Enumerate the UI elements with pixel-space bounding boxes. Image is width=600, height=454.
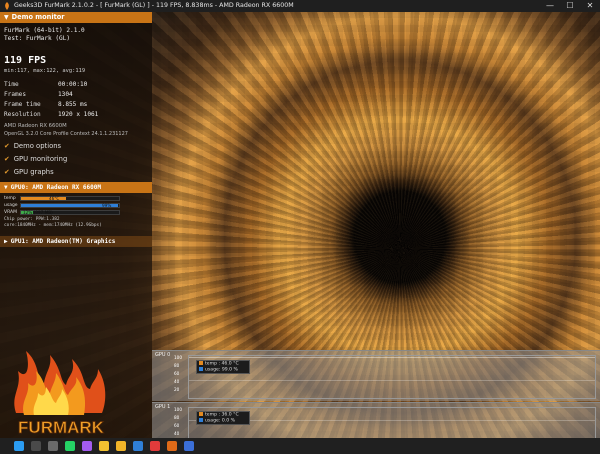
chrome-icon[interactable] [99, 441, 109, 451]
usage-line [189, 357, 595, 358]
search-icon[interactable] [31, 441, 41, 451]
demo-options-checkbox[interactable]: ✔ Demo options [4, 142, 61, 150]
y-tick: 80 [174, 415, 180, 420]
collapse-triangle-icon: ▼ [4, 14, 9, 21]
y-tick: 40 [174, 431, 180, 436]
collapse-triangle-icon: ▼ [4, 184, 8, 191]
app-name: FurMark (64-bit) 2.1.0 [4, 27, 85, 34]
checkmark-icon: ✔ [4, 142, 10, 150]
gpu0-graph: GPU 0 100 80 60 40 20 temp : 46.0 °C usa… [152, 350, 600, 401]
app-icon-2[interactable] [184, 441, 194, 451]
gpu1-graph: GPU 1 100 80 60 40 temp : 36.0 °C usage:… [152, 402, 600, 439]
stat-frames: Frames 1304 [4, 91, 73, 98]
window-title: Geeks3D FurMark 2.1.0.2 - [ FurMark (GL)… [14, 2, 294, 9]
y-tick: 100 [174, 355, 182, 360]
task-view-icon[interactable] [48, 441, 58, 451]
stat-frame-time: Frame time 8.855 ms [4, 101, 88, 108]
close-button[interactable]: ✕ [580, 0, 600, 12]
whatsapp-icon[interactable] [65, 441, 75, 451]
stat-resolution: Resolution 1920 x 1061 [4, 111, 99, 118]
furmark-taskbar-icon[interactable] [167, 441, 177, 451]
legend-usage: usage: 0.0 % [197, 418, 249, 424]
gpu0-chip-power: Chip power: PPW:1.382 [4, 217, 60, 222]
furmark-logo: FURMARK [14, 351, 106, 437]
graph-title: GPU 0 [155, 352, 171, 358]
file-explorer-icon[interactable] [116, 441, 126, 451]
checkmark-icon: ✔ [4, 155, 10, 163]
maximize-button[interactable]: ☐ [560, 0, 580, 12]
demo-monitor-title: Demo monitor [11, 13, 65, 21]
window-titlebar: Geeks3D FurMark 2.1.0.2 - [ FurMark (GL)… [0, 0, 600, 12]
y-tick: 40 [174, 379, 180, 384]
fps-stats: min:117, max:122, avg:119 [4, 68, 86, 74]
gpu-graphs-checkbox[interactable]: ✔ GPU graphs [4, 168, 54, 176]
music-app-icon[interactable] [150, 441, 160, 451]
gpu-monitoring-checkbox[interactable]: ✔ GPU monitoring [4, 155, 67, 163]
opengl-info: OpenGL 3.2.0 Core Profile Context 24.1.1… [4, 131, 128, 137]
y-tick: 60 [174, 423, 180, 428]
stat-time: Time 00:00:10 [4, 81, 88, 88]
y-tick: 80 [174, 363, 180, 368]
expand-triangle-icon: ▶ [4, 238, 8, 245]
legend-usage: usage: 99.0 % [197, 367, 249, 373]
demo-monitor-panel: ▼ Demo monitor FurMark (64-bit) 2.1.0 Tes… [0, 12, 152, 438]
gpu0-clocks: core:1840MHz - mem:1740MHz (12.9Gbps) [4, 223, 102, 228]
furmark-app-icon [5, 2, 9, 10]
graph-legend: temp : 46.0 °C usage: 99.0 % [196, 360, 250, 374]
gpu1-header[interactable]: ▶ GPU1: AMD Radeon(TM) Graphics [0, 236, 152, 247]
gpu0-header[interactable]: ▼ GPU0: AMD Radeon RX 6600M [0, 182, 152, 193]
demo-monitor-header[interactable]: ▼ Demo monitor [0, 12, 152, 23]
y-tick: 100 [174, 407, 182, 412]
test-name: Test: FurMark (GL) [4, 35, 71, 42]
windows-start-icon[interactable] [14, 441, 24, 451]
gpu-name: AMD Radeon RX 6600M [4, 123, 67, 129]
fps-counter: 119 FPS [4, 55, 47, 66]
logo-text: FURMARK [18, 418, 105, 437]
graph-title: GPU 1 [155, 404, 171, 410]
app-icon[interactable] [133, 441, 143, 451]
messenger-icon[interactable] [82, 441, 92, 451]
minimize-button[interactable]: — [540, 0, 560, 12]
graph-legend: temp : 36.0 °C usage: 0.0 % [196, 411, 250, 425]
taskbar [0, 438, 600, 454]
y-tick: 60 [174, 371, 180, 376]
y-tick: 20 [174, 387, 180, 392]
checkmark-icon: ✔ [4, 168, 10, 176]
temp-line [189, 380, 595, 381]
